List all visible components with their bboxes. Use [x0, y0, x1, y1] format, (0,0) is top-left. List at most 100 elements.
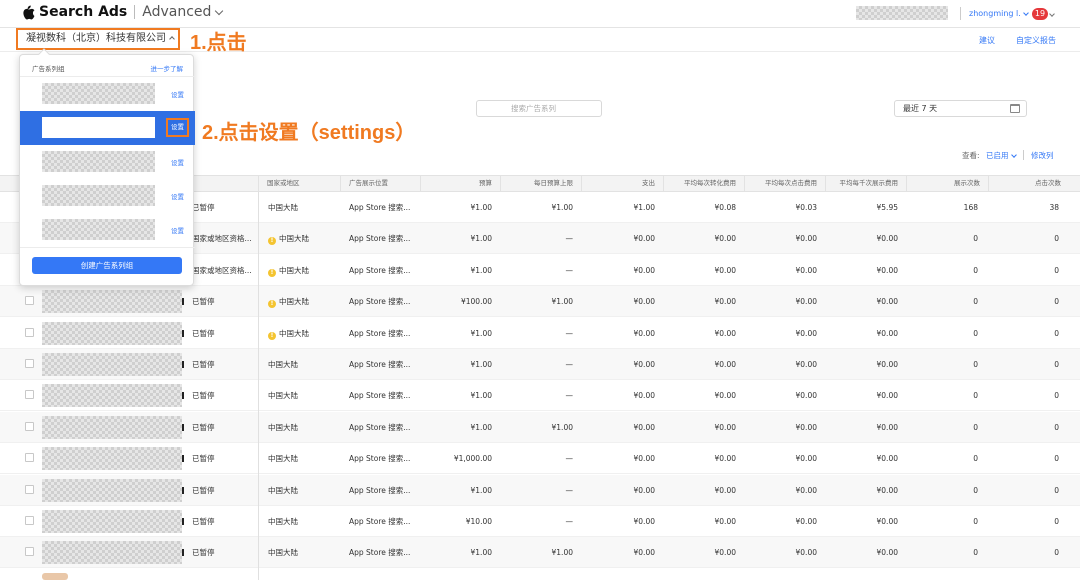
campaign-name-redacted[interactable] [42, 384, 182, 408]
divider [134, 5, 136, 19]
budget-cell: ¥1.00 [470, 203, 492, 212]
campaign-name-redacted[interactable] [42, 415, 182, 439]
status-cell: 已暂停 [192, 506, 215, 537]
region-cell: !中国大陆 [268, 318, 338, 349]
warning-icon[interactable]: ! [268, 331, 276, 340]
logo[interactable]: Search Ads Advanced [22, 4, 224, 20]
status-cell: 已暂停 [192, 318, 215, 349]
view-label: 查看: [962, 151, 980, 160]
row-checkbox[interactable] [25, 421, 34, 431]
table-row[interactable]: 已暂停 !中国大陆 App Store 搜索... ¥1.00 ¥1.00 ¥0… [0, 537, 1080, 569]
campaign-group-item[interactable]: 设置 [20, 213, 195, 247]
settings-link[interactable]: 设置 [171, 89, 184, 99]
table-row[interactable]: 已暂停 !中国大陆 App Store 搜索... ¥1.00 — ¥0.00 … [0, 474, 1080, 506]
column-header[interactable]: 展示次数 [906, 176, 988, 191]
table-row[interactable]: 已暂停 !中国大陆 App Store 搜索... ¥10.00 — ¥0.00… [0, 506, 1080, 537]
column-header[interactable]: 国家或地区 [258, 176, 340, 191]
status-cell: 国家或地区资格... [192, 223, 252, 254]
daily-cap-cell: — [565, 517, 574, 526]
view-filter-dropdown[interactable]: 已启用 [986, 150, 1017, 161]
campaign-group-item-selected[interactable]: 设置 [20, 111, 195, 145]
row-checkbox[interactable] [25, 327, 34, 337]
cpt-cell: ¥0.00 [795, 297, 817, 307]
campaign-name-redacted[interactable] [42, 510, 182, 533]
learn-more-link[interactable]: 进一步了解 [151, 63, 184, 73]
warning-icon[interactable]: ! [268, 268, 276, 277]
daily-cap-cell: — [565, 234, 574, 244]
cpm-cell: ¥0.00 [876, 422, 898, 432]
status-text: 已暂停 [192, 391, 215, 401]
campaign-group-item[interactable]: 设置 [20, 145, 195, 179]
table-row[interactable]: 已暂停 !中国大陆 App Store 搜索... ¥1.00 ¥1.00 ¥0… [0, 411, 1080, 443]
settings-link[interactable]: 设置 [171, 157, 184, 167]
region-text: 中国大陆 [268, 454, 298, 464]
settings-link[interactable]: 设置 [166, 118, 189, 137]
daily-cap-cell: — [565, 454, 574, 464]
search-input[interactable]: 搜索广告系列 [476, 100, 602, 117]
table-row[interactable]: 已暂停 !中国大陆 App Store 搜索... ¥1.00 — ¥0.00 … [0, 318, 1080, 349]
column-header[interactable]: 点击次数 [988, 176, 1069, 191]
notification-badge[interactable]: 19 [1032, 8, 1048, 20]
campaign-group-item[interactable]: 设置 [20, 179, 195, 213]
campaign-name-redacted[interactable] [42, 447, 182, 471]
row-checkbox[interactable] [25, 296, 34, 306]
status-cell: 已暂停 [192, 349, 215, 380]
placement-cell: App Store 搜索... [349, 422, 411, 432]
column-header[interactable]: 平均每次转化费用 [663, 176, 744, 191]
suggestions-link[interactable]: 建议 [979, 35, 995, 46]
row-checkbox[interactable] [25, 453, 34, 463]
cpm-cell: ¥0.00 [876, 485, 898, 495]
campaign-name-redacted[interactable] [42, 353, 182, 376]
taps-cell: 0 [1054, 328, 1059, 338]
row-checkbox[interactable] [25, 516, 34, 525]
region-text: 中国大陆 [268, 360, 298, 369]
campaign-name-redacted[interactable] [42, 290, 182, 314]
cpt-cell: ¥0.00 [795, 454, 817, 464]
budget-cell: ¥1.00 [470, 391, 492, 401]
row-checkbox[interactable] [25, 547, 34, 557]
warning-icon[interactable]: ! [268, 237, 276, 246]
table-row[interactable]: 已暂停 !中国大陆 App Store 搜索... ¥1.00 — ¥0.00 … [0, 380, 1080, 412]
cpt-cell: ¥0.00 [795, 517, 817, 526]
row-checkbox[interactable] [25, 390, 34, 400]
row-checkbox[interactable] [25, 359, 34, 368]
table-row[interactable]: 已暂停 ! 中国大陆 App Store 搜索... ¥100.00 ¥1.00 … [0, 286, 1080, 318]
column-header[interactable]: 支出 [581, 176, 663, 191]
table-row[interactable]: 已暂停 !中国大陆 App Store 搜索... ¥1,000.00 — ¥0… [0, 443, 1080, 475]
cpm-cell: ¥0.00 [876, 265, 898, 275]
campaign-name-redacted[interactable] [42, 478, 182, 502]
impressions-cell: 0 [973, 360, 978, 369]
campaign-name-redacted[interactable] [42, 321, 182, 345]
cpm-cell: ¥0.00 [876, 548, 898, 558]
column-header[interactable]: 每日预算上限 [500, 176, 581, 191]
settings-link[interactable]: 设置 [171, 225, 184, 235]
user-menu[interactable]: zhongming l. [969, 9, 1029, 18]
row-checkbox[interactable] [25, 484, 34, 494]
column-header[interactable]: 平均每次点击费用 [744, 176, 825, 191]
date-range-picker[interactable]: 最近 7 天 [894, 100, 1027, 117]
edit-columns-link[interactable]: 修改列 [1031, 150, 1054, 161]
settings-link[interactable]: 设置 [171, 191, 184, 201]
table-row[interactable]: 已暂停 !中国大陆 App Store 搜索... ¥1.00 — ¥0.00 … [0, 349, 1080, 380]
cpt-cell: ¥0.00 [795, 422, 817, 432]
account-name-redacted [856, 6, 948, 20]
placement-cell: App Store 搜索... [349, 265, 411, 275]
campaign-group-item[interactable]: 设置 [20, 77, 195, 111]
divider [20, 247, 195, 248]
budget-cell: ¥1,000.00 [453, 454, 492, 464]
column-divider [258, 192, 259, 580]
org-name: 凝视数科（北京）科技有限公司 [26, 33, 166, 44]
calendar-icon [1010, 104, 1020, 113]
campaign-name-redacted[interactable] [42, 541, 182, 565]
budget-cell: ¥1.00 [470, 234, 492, 244]
column-header[interactable]: 预算 [420, 176, 500, 191]
warning-icon[interactable]: ! [268, 300, 276, 309]
create-campaign-group-button[interactable]: 创建广告系列组 [32, 257, 182, 274]
column-header[interactable]: 平均每千次展示费用 [825, 176, 906, 191]
region-cell: !中国大陆 [268, 349, 338, 380]
daily-cap-cell: — [565, 360, 574, 369]
column-header[interactable]: 广告展示位置 [340, 176, 420, 191]
spend-cell: ¥0.00 [633, 454, 655, 464]
org-selector[interactable]: 凝视数科（北京）科技有限公司 [16, 28, 180, 50]
custom-reports-link[interactable]: 自定义报告 [1016, 35, 1056, 46]
